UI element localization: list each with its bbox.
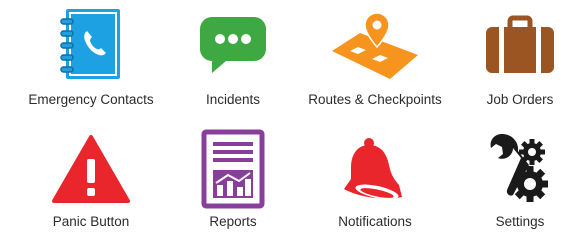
tile-incidents[interactable]: Incidents <box>158 4 308 108</box>
report-chart-icon <box>201 129 265 209</box>
gear-wrench-icon <box>490 134 548 202</box>
tile-label: Notifications <box>338 214 412 229</box>
tile-label: Settings <box>495 214 545 229</box>
tile-label: Job Orders <box>486 92 554 107</box>
tile-label: Panic Button <box>52 214 130 229</box>
bell-icon <box>344 138 402 200</box>
chat-bubble-icon <box>200 17 266 73</box>
briefcase-icon <box>486 15 554 73</box>
tile-panic-button[interactable]: Panic Button <box>16 128 166 230</box>
tile-emergency-contacts[interactable]: Emergency Contacts <box>16 4 166 108</box>
tile-reports[interactable]: Reports <box>158 128 308 230</box>
phone-book-icon <box>60 9 120 79</box>
tile-label: Routes & Checkpoints <box>308 92 442 107</box>
tile-label: Incidents <box>205 92 261 107</box>
tile-label: Emergency Contacts <box>28 92 154 107</box>
menu-grid: Emergency Contacts Incidents Routes & Ch… <box>0 0 572 240</box>
tile-job-orders[interactable]: Job Orders <box>445 4 572 108</box>
tile-settings[interactable]: Settings <box>445 128 572 230</box>
tile-notifications[interactable]: Notifications <box>300 128 450 230</box>
warning-icon <box>52 135 130 203</box>
tile-routes-checkpoints[interactable]: Routes & Checkpoints <box>300 4 450 108</box>
route-pin-icon <box>332 12 418 79</box>
tile-label: Reports <box>209 214 257 229</box>
